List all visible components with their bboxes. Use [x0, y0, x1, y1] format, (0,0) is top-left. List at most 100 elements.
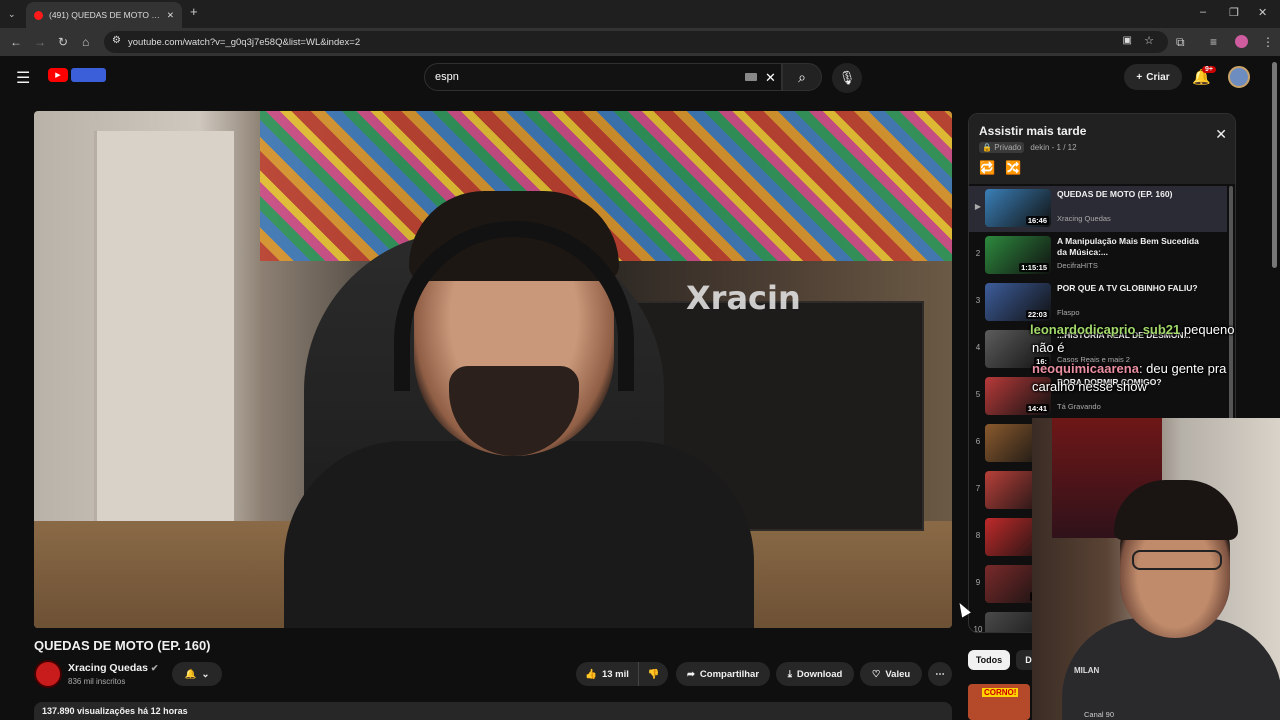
more-actions-button[interactable]: ⋯: [928, 662, 952, 686]
subscriber-count: 836 mil inscritos: [68, 677, 126, 686]
playlist-item[interactable]: 3 22:03 POR QUE A TV GLOBINHO FALIU? Flaspo: [969, 280, 1227, 326]
notification-badge: 9+: [1202, 66, 1216, 73]
playlist-item-thumbnail[interactable]: 16:46: [985, 189, 1051, 227]
chevron-down-icon: ⌄: [201, 668, 210, 680]
search-input-value: espn: [435, 71, 459, 83]
channel-name-text: Xracing Quedas: [68, 662, 148, 674]
cast-icon[interactable]: ▣: [1123, 35, 1132, 46]
page-scrollbar[interactable]: [1272, 62, 1277, 268]
streamer-webcam: MILAN Canal 90: [1032, 418, 1280, 720]
share-label: Compartilhar: [699, 668, 760, 680]
like-button[interactable]: 👍 13 mil: [576, 662, 638, 686]
thumbnail-caption: CORNO!: [982, 688, 1019, 697]
chat-text-1: pequeno: [1183, 322, 1235, 337]
recommended-thumbnail[interactable]: CORNO!: [968, 684, 1030, 720]
playlist-item-index: 2: [975, 249, 981, 258]
playlist-header: Assistir mais tarde 🔒 Privado dekin - 1 …: [969, 114, 1235, 184]
hamburger-menu-icon[interactable]: ☰: [16, 68, 30, 88]
playlist-item-title[interactable]: QUEDAS DE MOTO (EP. 160): [1057, 189, 1207, 200]
playlist-position: dekin - 1 / 12: [1030, 143, 1077, 152]
views-and-date: 137.890 visualizações há 12 horas: [42, 706, 188, 716]
reload-icon[interactable]: ↻: [58, 34, 68, 50]
playlist-item-index: 8: [975, 531, 981, 540]
close-tab-icon[interactable]: ✕: [167, 10, 174, 21]
account-avatar[interactable]: [1228, 66, 1250, 88]
playlist-item-index: 9: [975, 578, 981, 587]
tab-search-icon[interactable]: ⌄: [8, 6, 16, 22]
video-player[interactable]: Xracin: [34, 111, 952, 628]
chat-username-1: leonardodicaprio_sub21: [1030, 322, 1181, 337]
keyboard-icon[interactable]: [745, 73, 757, 81]
search-icon: ⌕: [798, 68, 806, 85]
browser-toolbar: ← → ↻ ⌂ ⚙ youtube.com/watch?v=_g0q3j7e58…: [0, 28, 1280, 56]
new-tab-icon[interactable]: +: [190, 4, 198, 19]
playlist-item[interactable]: ▶ 16:46 QUEDAS DE MOTO (EP. 160) Xracing Qu…: [969, 186, 1227, 232]
video-duration: 14:41: [1025, 404, 1049, 413]
playlist-title[interactable]: Assistir mais tarde: [979, 124, 1086, 138]
subscription-bell-button[interactable]: 🔔 ⌄: [172, 662, 222, 686]
chip-all[interactable]: Todos: [968, 650, 1010, 670]
create-button[interactable]: + Criar: [1124, 64, 1182, 90]
sidepanel-icon[interactable]: ≡: [1210, 34, 1217, 50]
playlist-item-index: 3: [975, 296, 981, 305]
home-icon[interactable]: ⌂: [82, 34, 89, 50]
thanks-button[interactable]: ♡ Valeu: [860, 662, 922, 686]
download-button[interactable]: ⤓ Download: [776, 662, 854, 686]
extensions-icon[interactable]: ⧉: [1176, 34, 1185, 50]
youtube-logo-icon[interactable]: ▶: [48, 68, 68, 82]
browser-menu-icon[interactable]: ⋮: [1262, 34, 1274, 50]
playlist-item-channel: Xracing Quedas: [1057, 214, 1111, 223]
playlist-item-thumbnail[interactable]: 1:15:15: [985, 236, 1051, 274]
playlist-item-thumbnail[interactable]: 22:03: [985, 283, 1051, 321]
playlist-item[interactable]: 2 1:15:15 A Manipulação Mais Bem Sucedida …: [969, 233, 1227, 279]
thanks-label: Valeu: [885, 668, 911, 680]
playlist-item-index: ▶: [974, 202, 982, 211]
search-input[interactable]: espn ✕: [424, 63, 782, 91]
privacy-label: Privado: [994, 143, 1022, 152]
browser-tab[interactable]: (491) QUEDAS DE MOTO (EP. 16 ✕: [26, 2, 182, 28]
share-button[interactable]: ➦ Compartilhar: [676, 662, 770, 686]
youtube-header: ☰ ▶ espn ✕ ⌕ 🎙 + Criar 🔔 9+: [0, 56, 1280, 100]
shuffle-icon[interactable]: 🔀: [1005, 160, 1021, 176]
minimize-icon[interactable]: –: [1200, 6, 1206, 18]
video-duration: 22:03: [1025, 310, 1049, 319]
tab-title: (491) QUEDAS DE MOTO (EP. 16: [49, 10, 161, 20]
bookmark-star-icon[interactable]: ☆: [1144, 34, 1154, 47]
address-bar[interactable]: ⚙ youtube.com/watch?v=_g0q3j7e58Q&list=W…: [104, 31, 1168, 53]
chat-message-1: leonardodicaprio_sub21 pequeno: [1030, 322, 1235, 337]
bell-icon: 🔔: [184, 668, 197, 680]
playlist-item-index: 6: [975, 437, 981, 446]
channel-name[interactable]: Xracing Quedas ✔: [68, 662, 158, 674]
close-playlist-icon[interactable]: ✕: [1215, 126, 1227, 143]
voice-search-button[interactable]: 🎙: [832, 63, 862, 93]
playlist-item-title[interactable]: POR QUE A TV GLOBINHO FALIU?: [1057, 283, 1207, 294]
playlist-item-title[interactable]: A Manipulação Mais Bem Sucedida da Músic…: [1057, 236, 1207, 258]
browser-tab-strip: ⌄ (491) QUEDAS DE MOTO (EP. 16 ✕ + – ❐ ✕: [0, 0, 1280, 28]
plus-icon: +: [1136, 71, 1143, 83]
maximize-icon[interactable]: ❐: [1229, 6, 1239, 19]
search-button[interactable]: ⌕: [782, 63, 822, 91]
privacy-badge: 🔒 Privado: [979, 142, 1025, 153]
site-info-icon[interactable]: ⚙: [112, 35, 121, 46]
streamer-glasses: [1132, 550, 1222, 570]
close-window-icon[interactable]: ✕: [1258, 6, 1267, 19]
download-label: Download: [796, 668, 843, 680]
back-icon[interactable]: ←: [10, 34, 22, 50]
like-count: 13 mil: [601, 668, 629, 680]
profile-avatar[interactable]: [1235, 35, 1248, 48]
clear-search-icon[interactable]: ✕: [765, 70, 776, 86]
microphone-icon: 🎙: [838, 70, 856, 85]
playlist-item-channel: Flaspo: [1057, 308, 1080, 317]
description-box[interactable]: 137.890 visualizações há 12 horas: [34, 702, 952, 720]
youtube-doodle-logo[interactable]: [71, 68, 106, 82]
playlist-item-index: 7: [975, 484, 981, 493]
playlist-item-index: 4: [975, 343, 981, 352]
loop-icon[interactable]: 🔁: [979, 160, 995, 176]
playlist-scrollbar[interactable]: [1229, 186, 1233, 436]
dislike-button[interactable]: 👎: [638, 662, 668, 686]
video-duration: 1:15:15: [1019, 263, 1049, 272]
playlist-item-index: 5: [975, 390, 981, 399]
channel-watermark: Canal 90: [1084, 710, 1115, 719]
channel-avatar[interactable]: [34, 660, 62, 688]
forward-icon[interactable]: →: [34, 34, 46, 50]
